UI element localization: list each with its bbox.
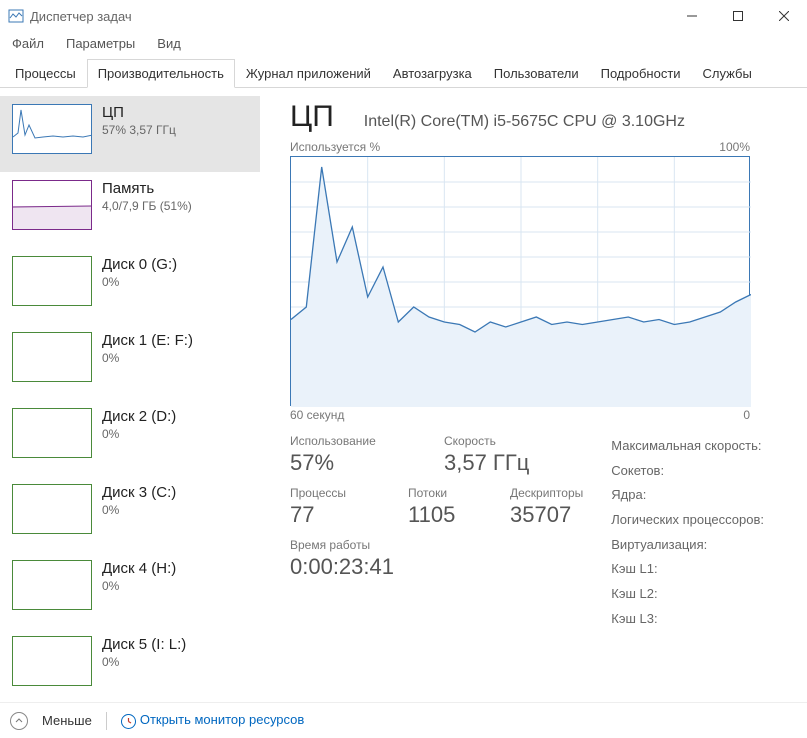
menubar: Файл Параметры Вид: [0, 32, 807, 54]
chart-y-max: 100%: [719, 140, 750, 154]
sidebar-thumb: [12, 560, 92, 610]
menu-options[interactable]: Параметры: [62, 34, 139, 53]
tab-startup[interactable]: Автозагрузка: [382, 59, 483, 87]
sidebar-item-title: Диск 4 (H:): [102, 560, 176, 577]
sidebar-item-sub: 57% 3,57 ГГц: [102, 123, 176, 137]
app-icon: [8, 8, 24, 24]
sidebar-item-sub: 0%: [102, 275, 177, 289]
sidebar-item-title: ЦП: [102, 104, 176, 121]
page-title: ЦП: [290, 100, 334, 134]
sidebar-item-5[interactable]: Диск 3 (C:) 0%: [0, 476, 260, 552]
sidebar-item-title: Диск 3 (C:): [102, 484, 176, 501]
footer-separator: [106, 712, 107, 730]
virtualization-label: Виртуализация:: [611, 533, 764, 558]
cache-l1-label: Кэш L1:: [611, 557, 764, 582]
maximize-button[interactable]: [715, 0, 761, 32]
sidebar-item-3[interactable]: Диск 1 (E: F:) 0%: [0, 324, 260, 400]
cores-label: Ядра:: [611, 483, 764, 508]
fewer-details-icon[interactable]: [10, 712, 28, 730]
fewer-details-link[interactable]: Меньше: [42, 713, 92, 728]
sidebar-item-title: Диск 5 (I: L:): [102, 636, 186, 653]
sidebar-item-7[interactable]: Диск 5 (I: L:) 0%: [0, 628, 260, 703]
sockets-label: Сокетов:: [611, 459, 764, 484]
sidebar-thumb: [12, 332, 92, 382]
sidebar-item-sub: 0%: [102, 351, 193, 365]
minimize-button[interactable]: [669, 0, 715, 32]
open-resource-monitor-link[interactable]: Открыть монитор ресурсов: [121, 712, 304, 728]
cache-l3-label: Кэш L3:: [611, 607, 764, 632]
open-resource-monitor-label: Открыть монитор ресурсов: [140, 712, 304, 727]
usage-label: Использование: [290, 434, 420, 448]
max-speed-label: Максимальная скорость:: [611, 434, 764, 459]
speed-value: 3,57 ГГц: [444, 450, 529, 476]
window-title: Диспетчер задач: [30, 9, 669, 24]
sidebar-thumb: [12, 256, 92, 306]
tab-details[interactable]: Подробности: [590, 59, 692, 87]
speed-label: Скорость: [444, 434, 529, 448]
sidebar-thumb: [12, 484, 92, 534]
sidebar-thumb: [12, 180, 92, 230]
sidebar-item-6[interactable]: Диск 4 (H:) 0%: [0, 552, 260, 628]
processes-label: Процессы: [290, 486, 384, 500]
close-button[interactable]: [761, 0, 807, 32]
sidebar-item-sub: 0%: [102, 655, 186, 669]
sidebar-item-sub: 0%: [102, 503, 176, 517]
uptime-label: Время работы: [290, 538, 583, 552]
sidebar-item-1[interactable]: Память 4,0/7,9 ГБ (51%): [0, 172, 260, 248]
usage-value: 57%: [290, 450, 420, 476]
cpu-chart: [290, 156, 750, 406]
sidebar-item-title: Диск 1 (E: F:): [102, 332, 193, 349]
tab-performance[interactable]: Производительность: [87, 59, 235, 88]
sidebar-item-sub: 4,0/7,9 ГБ (51%): [102, 199, 192, 213]
main-panel: ЦП Intel(R) Core(TM) i5-5675C CPU @ 3.10…: [260, 88, 807, 703]
chart-y-label: Используется %: [290, 140, 380, 154]
cpu-model: Intel(R) Core(TM) i5-5675C CPU @ 3.10GHz: [364, 113, 685, 131]
threads-value: 1105: [408, 502, 486, 528]
uptime-value: 0:00:23:41: [290, 554, 583, 580]
tab-processes[interactable]: Процессы: [4, 59, 87, 87]
tab-users[interactable]: Пользователи: [483, 59, 590, 87]
sidebar-thumb: [12, 636, 92, 686]
footer: Меньше Открыть монитор ресурсов: [0, 702, 807, 738]
menu-view[interactable]: Вид: [153, 34, 185, 53]
sidebar[interactable]: ЦП 57% 3,57 ГГц Память 4,0/7,9 ГБ (51%) Диск…: [0, 88, 260, 703]
sidebar-item-title: Диск 2 (D:): [102, 408, 176, 425]
chart-x-left: 60 секунд: [290, 408, 344, 422]
cache-l2-label: Кэш L2:: [611, 582, 764, 607]
tab-services[interactable]: Службы: [692, 59, 763, 87]
tab-app-history[interactable]: Журнал приложений: [235, 59, 382, 87]
menu-file[interactable]: Файл: [8, 34, 48, 53]
sidebar-item-0[interactable]: ЦП 57% 3,57 ГГц: [0, 96, 260, 172]
threads-label: Потоки: [408, 486, 486, 500]
tabbar: Процессы Производительность Журнал прило…: [0, 58, 807, 88]
sidebar-item-sub: 0%: [102, 579, 176, 593]
titlebar: Диспетчер задач: [0, 0, 807, 32]
resource-monitor-icon: [121, 714, 136, 729]
sidebar-thumb: [12, 104, 92, 154]
sidebar-item-2[interactable]: Диск 0 (G:) 0%: [0, 248, 260, 324]
sidebar-item-4[interactable]: Диск 2 (D:) 0%: [0, 400, 260, 476]
sidebar-item-title: Диск 0 (G:): [102, 256, 177, 273]
sidebar-thumb: [12, 408, 92, 458]
cpu-info-list: Максимальная скорость: Сокетов: Ядра: Ло…: [611, 434, 764, 632]
processes-value: 77: [290, 502, 384, 528]
handles-label: Дескрипторы: [510, 486, 583, 500]
logical-procs-label: Логических процессоров:: [611, 508, 764, 533]
sidebar-item-title: Память: [102, 180, 192, 197]
chart-x-right: 0: [743, 408, 750, 422]
handles-value: 35707: [510, 502, 583, 528]
sidebar-item-sub: 0%: [102, 427, 176, 441]
